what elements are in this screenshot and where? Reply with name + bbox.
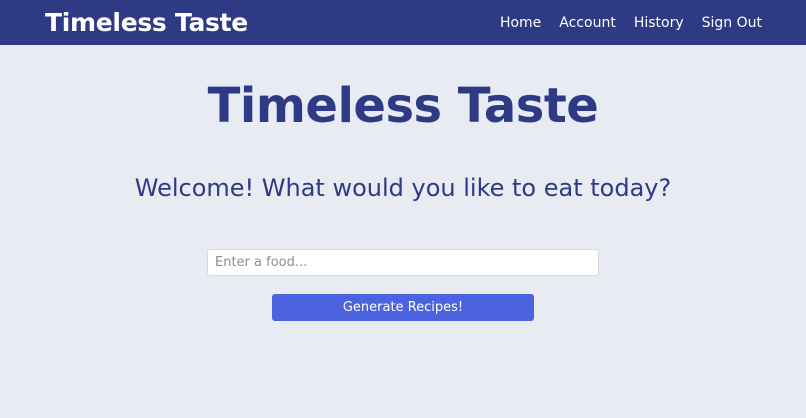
nav-link-home[interactable]: Home (500, 15, 541, 31)
page-title: Timeless Taste (207, 78, 599, 134)
top-navbar: Timeless Taste Home Account History Sign… (0, 0, 806, 45)
welcome-heading: Welcome! What would you like to eat toda… (134, 174, 672, 202)
brand-logo-text[interactable]: Timeless Taste (45, 8, 248, 37)
nav-links: Home Account History Sign Out (500, 15, 762, 31)
nav-link-sign-out[interactable]: Sign Out (702, 15, 762, 31)
generate-recipes-button[interactable]: Generate Recipes! (272, 294, 534, 321)
food-search-input[interactable] (207, 249, 599, 276)
nav-link-history[interactable]: History (634, 15, 684, 31)
nav-link-account[interactable]: Account (559, 15, 616, 31)
